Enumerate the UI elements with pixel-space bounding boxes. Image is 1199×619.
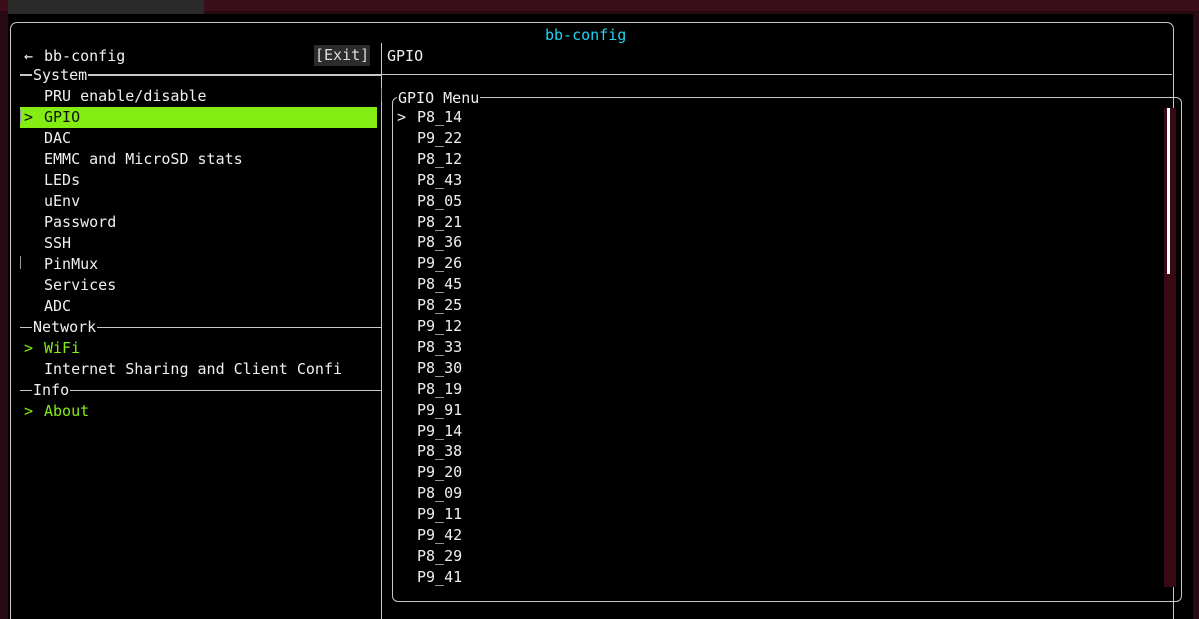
expand-caret-icon: > bbox=[24, 402, 34, 420]
scrollbar-track[interactable] bbox=[1164, 108, 1176, 587]
sidebar-item-label: Internet Sharing and Client Confi bbox=[44, 360, 343, 378]
sidebar-item-about[interactable]: > About bbox=[20, 401, 377, 422]
gpio-pin-label: P8_33 bbox=[417, 337, 463, 356]
sidebar-item-internet-sharing[interactable]: Internet Sharing and Client Confi bbox=[20, 359, 377, 380]
gpio-pin-item[interactable]: P9_14 bbox=[397, 421, 697, 442]
sidebar-item-services[interactable]: Services bbox=[20, 275, 377, 296]
gpio-pin-label: P9_26 bbox=[417, 254, 463, 273]
gpio-pin-item[interactable]: P9_91 bbox=[397, 400, 697, 421]
section-label: Network bbox=[32, 317, 98, 338]
gpio-pin-label: P9_91 bbox=[417, 400, 463, 419]
row-tick bbox=[381, 88, 382, 101]
section-info: Info bbox=[20, 380, 381, 401]
gpio-pin-item[interactable]: P9_11 bbox=[397, 504, 697, 525]
sidebar-item-emmc[interactable]: EMMC and MicroSD stats bbox=[20, 149, 377, 170]
sidebar-item-label: PRU enable/disable bbox=[44, 87, 207, 105]
gpio-pin-label: P8_30 bbox=[417, 358, 463, 377]
sidebar-item-uenv[interactable]: uEnv bbox=[20, 191, 377, 212]
sidebar-item-dac[interactable]: DAC bbox=[20, 128, 377, 149]
gpio-pin-item[interactable]: > P8_14 bbox=[397, 107, 697, 128]
gpio-pin-item[interactable]: P8_45 bbox=[397, 274, 697, 295]
row-tick bbox=[20, 256, 21, 269]
sidebar-item-label: Services bbox=[44, 276, 117, 294]
gpio-pin-item[interactable]: P9_41 bbox=[397, 567, 697, 588]
gpio-pin-label: P9_42 bbox=[417, 526, 463, 544]
sidebar-item-label: About bbox=[44, 402, 90, 420]
gpio-pin-item[interactable]: P9_20 bbox=[397, 462, 697, 483]
gpio-pin-label: P9_12 bbox=[417, 317, 463, 335]
sidebar-item-gpio[interactable]: > GPIO bbox=[20, 107, 377, 128]
page-title: GPIO bbox=[387, 47, 424, 65]
gpio-pin-item[interactable]: P8_05 bbox=[397, 191, 697, 212]
gpio-pin-item[interactable]: P8_33 bbox=[397, 337, 697, 358]
sidebar-item-label: SSH bbox=[44, 234, 72, 252]
sidebar-item-label: WiFi bbox=[44, 339, 81, 357]
back-arrow-icon[interactable]: ← bbox=[24, 46, 33, 67]
sidebar-item-label: PinMux bbox=[44, 255, 99, 273]
gpio-pin-label: P8_45 bbox=[417, 275, 463, 294]
section-label: Info bbox=[32, 380, 71, 401]
gpio-pin-item[interactable]: P8_19 bbox=[397, 379, 697, 400]
gpio-pin-item[interactable]: P8_25 bbox=[397, 295, 697, 316]
sidebar-item-pru[interactable]: PRU enable/disable bbox=[20, 86, 377, 107]
gpio-pin-label: P9_14 bbox=[417, 421, 463, 440]
gpio-pin-label: P9_20 bbox=[417, 463, 463, 482]
gpio-pin-label: P9_11 bbox=[417, 505, 463, 524]
gpio-pin-label: P8_05 bbox=[417, 191, 463, 210]
sidebar-item-label: EMMC and MicroSD stats bbox=[44, 150, 243, 168]
gpio-pin-label: P8_25 bbox=[417, 296, 463, 315]
section-label: System bbox=[32, 65, 89, 86]
gpio-pin-item[interactable]: P8_21 bbox=[397, 212, 697, 233]
scrollbar-thumb[interactable] bbox=[1167, 108, 1170, 274]
gpio-menu-title: GPIO Menu bbox=[397, 88, 481, 109]
gpio-pin-item[interactable]: P9_12 bbox=[397, 316, 697, 337]
gpio-pin-label: P9_22 bbox=[417, 128, 463, 147]
sidebar-item-password[interactable]: Password bbox=[20, 212, 377, 233]
gpio-pin-item[interactable]: P9_26 bbox=[397, 253, 697, 274]
section-network: Network bbox=[20, 317, 381, 338]
gpio-pin-item[interactable]: P8_30 bbox=[397, 358, 697, 379]
gpio-pin-label: P8_14 bbox=[417, 108, 463, 126]
row-tick bbox=[20, 110, 21, 123]
sidebar-item-pinmux[interactable]: PinMux bbox=[20, 254, 377, 275]
sidebar-item-label: ADC bbox=[44, 297, 72, 315]
selection-caret-icon: > bbox=[24, 108, 34, 126]
gpio-pin-label: P8_43 bbox=[417, 170, 463, 189]
gpio-pin-item[interactable]: P8_36 bbox=[397, 232, 697, 253]
gpio-pin-item[interactable]: P9_42 bbox=[397, 525, 697, 546]
gpio-pin-label: P8_38 bbox=[417, 442, 463, 461]
gpio-pin-item[interactable]: P9_22 bbox=[397, 128, 697, 149]
app-title: bb-config bbox=[537, 25, 635, 46]
sidebar-item-label: DAC bbox=[44, 129, 72, 147]
gpio-pin-label: P9_41 bbox=[417, 567, 463, 586]
sidebar-item-label: Password bbox=[44, 213, 117, 231]
exit-button[interactable]: [Exit] bbox=[314, 45, 371, 66]
gpio-pin-label: P8_29 bbox=[417, 546, 463, 565]
gpio-pin-item[interactable]: P8_43 bbox=[397, 170, 697, 191]
selection-caret-icon: > bbox=[397, 108, 407, 126]
gpio-pin-label: P8_21 bbox=[417, 212, 463, 231]
sidebar-item-ssh[interactable]: SSH bbox=[20, 233, 377, 254]
gpio-pin-label: P8_09 bbox=[417, 484, 463, 503]
sidebar-item-label: GPIO bbox=[44, 108, 81, 126]
expand-caret-icon: > bbox=[24, 339, 34, 357]
gpio-pin-label: P8_36 bbox=[417, 233, 463, 252]
gpio-pin-label: P8_12 bbox=[417, 149, 463, 168]
gpio-pin-item[interactable]: P8_29 bbox=[397, 546, 697, 567]
sidebar-item-leds[interactable]: LEDs bbox=[20, 170, 377, 191]
sidebar-item-wifi[interactable]: > WiFi bbox=[20, 338, 377, 359]
gpio-pin-item[interactable]: P8_38 bbox=[397, 441, 697, 462]
gpio-pin-item[interactable]: P8_09 bbox=[397, 483, 697, 504]
section-rule bbox=[20, 390, 381, 391]
sidebar-item-label: LEDs bbox=[44, 171, 81, 189]
pane-divider bbox=[381, 43, 382, 619]
sidebar-item-adc[interactable]: ADC bbox=[20, 296, 377, 317]
sidebar-item-label: uEnv bbox=[44, 192, 81, 210]
window-tab bbox=[8, 0, 204, 14]
gpio-pin-item[interactable]: P8_12 bbox=[397, 149, 697, 170]
gpio-pin-label: P8_19 bbox=[417, 379, 463, 398]
section-system: System bbox=[20, 65, 381, 86]
app-name: bb-config bbox=[44, 47, 126, 65]
